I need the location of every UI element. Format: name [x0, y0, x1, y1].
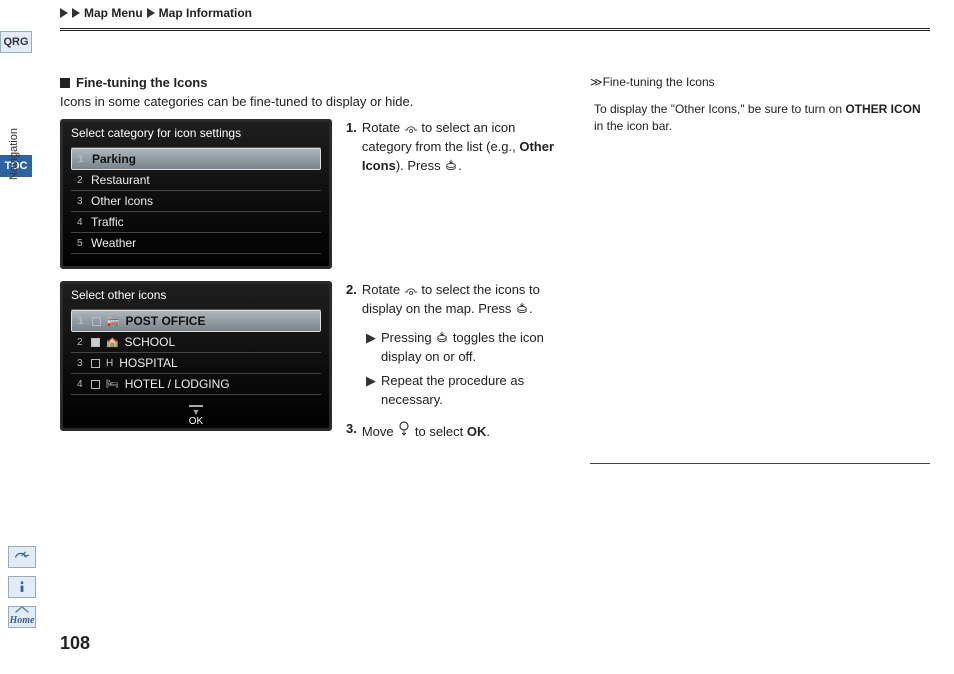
breadcrumb: Map Menu Map Information [60, 6, 930, 31]
list-item: 2Restaurant [71, 170, 321, 191]
screenshot-categories: Select category for icon settings 1Parki… [60, 119, 332, 269]
home-label: Home [10, 615, 35, 626]
dial-icon [404, 124, 418, 134]
step-2-sub1: ▶Pressing toggles the icon display on or… [366, 329, 556, 367]
section-title: Fine-tuning the Icons [60, 75, 556, 90]
checkbox-icon [91, 359, 100, 368]
list-item: 3Other Icons [71, 191, 321, 212]
step-3: 3.Move to select OK. [346, 420, 556, 442]
section-intro: Icons in some categories can be fine-tun… [60, 94, 556, 109]
side-note: To display the "Other Icons," be sure to… [590, 101, 930, 136]
step-2: 2.Rotate to select the icons to display … [346, 281, 556, 319]
list-item: 4Traffic [71, 212, 321, 233]
info-button[interactable] [8, 576, 36, 598]
poi-icon: H [106, 358, 113, 369]
home-icon [12, 606, 32, 614]
screen-title: Select other icons [63, 284, 329, 306]
list-item: 2🏫SCHOOL [71, 332, 321, 353]
voice-icon [14, 549, 30, 565]
info-icon [15, 580, 29, 594]
step-2-sub2: ▶Repeat the procedure as necessary. [366, 372, 556, 410]
checkbox-icon [92, 317, 101, 326]
list-item: 4🛏HOTEL / LODGING [71, 374, 321, 395]
sidebar-nav-label[interactable]: Navigation [8, 128, 20, 180]
press-icon [444, 158, 458, 172]
home-button[interactable]: Home [8, 606, 36, 628]
voice-button[interactable] [8, 546, 36, 568]
main-column: Fine-tuning the Icons Icons in some cate… [60, 75, 556, 464]
crumb-2[interactable]: Map Information [159, 6, 252, 20]
poi-icon: 🏣 [107, 316, 119, 327]
side-heading: ≫ Fine-tuning the Icons [590, 75, 930, 89]
page-number: 108 [60, 633, 90, 654]
crumb-1[interactable]: Map Menu [84, 6, 143, 20]
press-icon [515, 301, 529, 315]
list-item: 5Weather [71, 233, 321, 254]
square-bullet-icon [60, 78, 70, 88]
chevron-right-icon [60, 8, 68, 18]
screenshot-other-icons: Select other icons 1🏣POST OFFICE 2🏫SCHOO… [60, 281, 332, 431]
list-item: 1🏣POST OFFICE [71, 310, 321, 332]
checkbox-icon [91, 338, 100, 347]
list-item: 1Parking [71, 148, 321, 170]
dial-icon [404, 286, 418, 296]
ok-button: OK [189, 405, 203, 427]
chevron-right-icon [147, 8, 155, 18]
chevron-double-icon: ≫ [590, 75, 598, 89]
poi-icon: 🏫 [106, 337, 118, 348]
step-1: 1.Rotate to select an icon category from… [346, 119, 556, 176]
tab-qrg[interactable]: QRG [0, 31, 32, 53]
poi-icon: 🛏 [106, 379, 119, 390]
checkbox-icon [91, 380, 100, 389]
screen-title: Select category for icon settings [63, 122, 329, 144]
press-icon [435, 330, 449, 344]
move-icon [397, 420, 411, 438]
list-item: 3HHOSPITAL [71, 353, 321, 374]
page-content: Map Menu Map Information Fine-tuning the… [60, 6, 930, 654]
chevron-right-icon [72, 8, 80, 18]
side-column: ≫ Fine-tuning the Icons To display the "… [590, 75, 930, 464]
